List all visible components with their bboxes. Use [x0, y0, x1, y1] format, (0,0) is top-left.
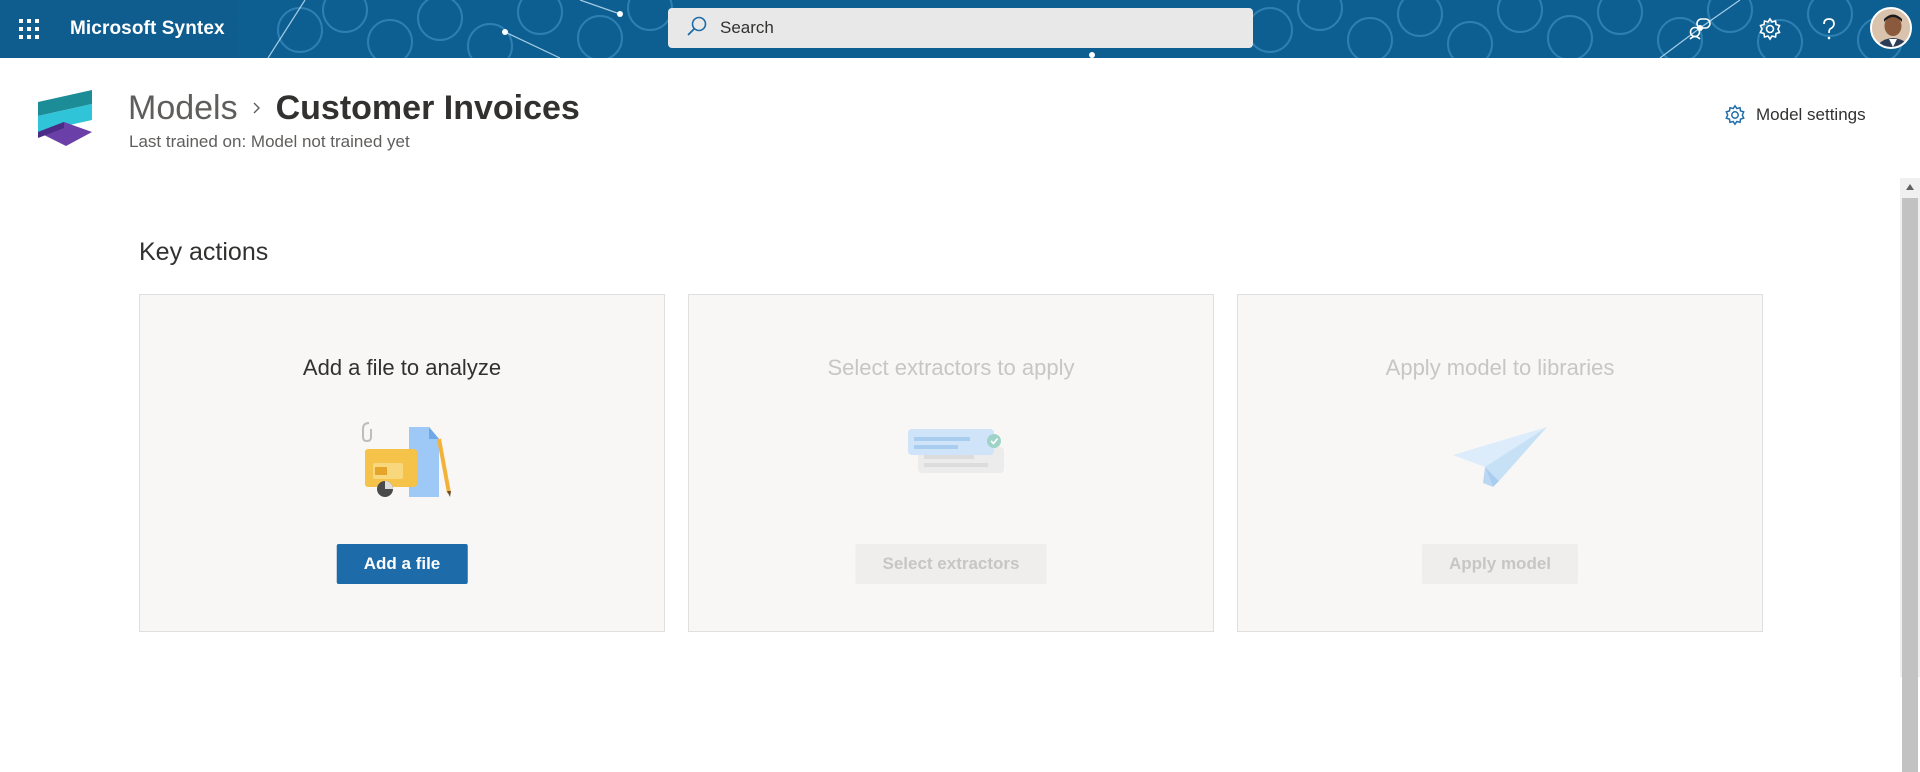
- card-title: Select extractors to apply: [827, 355, 1075, 380]
- scrollbar-thumb[interactable]: [1902, 198, 1918, 772]
- key-actions-heading: Key actions: [139, 238, 269, 266]
- apply-model-button[interactable]: Apply model: [1421, 544, 1579, 584]
- card-title: Apply model to libraries: [1385, 355, 1615, 380]
- model-settings-label: Model settings: [1756, 105, 1866, 124]
- gear-icon[interactable]: [1741, 0, 1799, 58]
- scroll-up-arrow-icon[interactable]: [1900, 178, 1920, 196]
- vertical-scrollbar[interactable]: [1900, 178, 1920, 772]
- files-illustration-icon: [347, 421, 457, 501]
- action-card-add-file: Add a file to analyze Add a file: [139, 294, 665, 632]
- help-icon[interactable]: [1800, 0, 1858, 58]
- chevron-right-icon: [252, 101, 262, 115]
- waffle-icon[interactable]: [0, 0, 58, 58]
- gear-icon: [1725, 104, 1745, 126]
- action-card-apply-model: Apply model to libraries Apply model: [1237, 294, 1763, 632]
- syntex-logo: [34, 88, 98, 148]
- card-title: Add a file to analyze: [302, 355, 502, 380]
- suite-bar: Microsoft Syntex Search: [0, 0, 1920, 58]
- search-box[interactable]: Search: [668, 8, 1253, 48]
- avatar[interactable]: [1870, 7, 1912, 49]
- app-name[interactable]: Microsoft Syntex: [70, 0, 225, 58]
- breadcrumb: Models Customer Invoices: [128, 86, 580, 130]
- add-file-button[interactable]: Add a file: [336, 544, 468, 584]
- model-settings-button[interactable]: Model settings: [1724, 104, 1866, 126]
- search-icon: [686, 15, 708, 42]
- select-extractors-button[interactable]: Select extractors: [855, 544, 1047, 584]
- breadcrumb-models-link[interactable]: Models: [128, 89, 238, 128]
- page-title: Customer Invoices: [275, 88, 580, 127]
- search-placeholder: Search: [720, 18, 774, 37]
- action-card-select-extractors: Select extractors to apply Select extrac…: [688, 294, 1214, 632]
- last-trained-status: Last trained on: Model not trained yet: [129, 132, 410, 151]
- chat-feedback-icon[interactable]: [1671, 0, 1729, 58]
- extractors-illustration-icon: [896, 421, 1006, 501]
- paper-plane-icon: [1445, 421, 1555, 501]
